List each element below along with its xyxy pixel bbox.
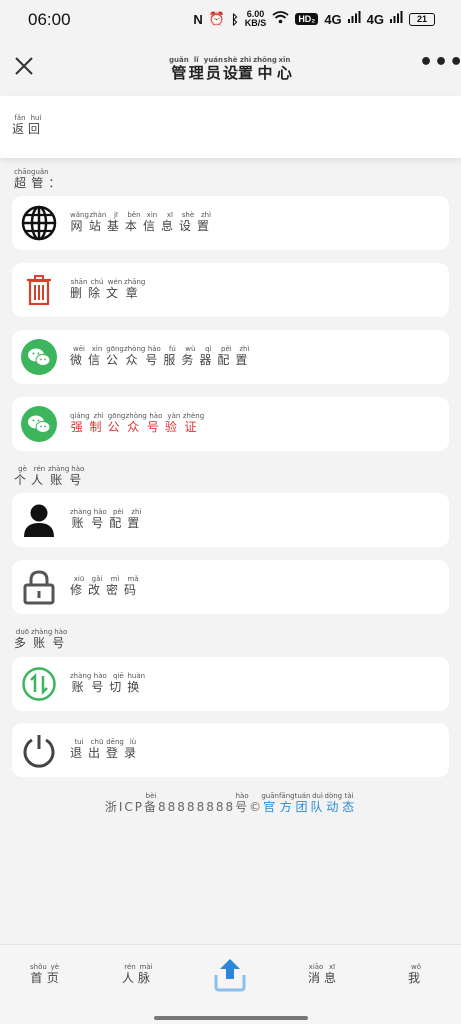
menu-item-label: 退tuì出chū登dēng录lù xyxy=(70,738,143,760)
menu-item-account-config[interactable]: 账zhàng号hào配pèi置zhì xyxy=(12,493,449,547)
menu-item-switch-account[interactable]: 账zhàng号hào切qiē换huàn xyxy=(12,657,449,711)
tab-home[interactable]: 首shǒu页yè xyxy=(30,963,63,986)
menu-item-label: 账zhàng号hào切qiē换huàn xyxy=(70,672,146,694)
menu-item-site-settings[interactable]: 网wǎng站zhàn基jī本běn信xìn息xī设shè置zhì xyxy=(12,196,449,250)
signal-bars-icon xyxy=(347,10,361,28)
battery-icon: 21 xyxy=(409,12,435,26)
network-speed-unit: KB/S xyxy=(244,18,267,28)
menu-item-force-wechat-verify[interactable]: 强qiáng制zhì公gōng众zhòng号hào验yàn证zhèng xyxy=(12,397,449,451)
share-button[interactable] xyxy=(211,955,249,993)
icp-text: 浙ICP备bèi88888888号hào© xyxy=(104,792,264,814)
home-indicator xyxy=(154,1016,308,1020)
power-icon xyxy=(21,732,57,768)
menu-item-logout[interactable]: 退tuì出chū登dēng录lù xyxy=(12,723,449,777)
nfc-icon: N xyxy=(193,11,203,27)
share-icon xyxy=(214,959,246,992)
hd-badge: HD₂ xyxy=(295,13,319,25)
wechat-icon xyxy=(21,339,57,375)
status-icons: N ⏰ ᛒ 6.00 KB/S HD₂ 4G 4G 21 xyxy=(193,10,435,28)
status-bar: 06:00 N ⏰ ᛒ 6.00 KB/S HD₂ 4G 4G 21 xyxy=(0,0,461,42)
wechat-icon xyxy=(21,406,57,442)
menu-item-label: 网wǎng站zhàn基jī本běn信xìn息xī设shè置zhì xyxy=(70,211,215,233)
more-button[interactable]: ••• xyxy=(419,52,461,78)
menu-item-delete-article[interactable]: 删shān除chú文wén章zhāng xyxy=(12,263,449,317)
tab-contacts[interactable]: 人rén脉mài xyxy=(122,963,154,986)
bluetooth-icon: ᛒ xyxy=(230,11,239,27)
nav-bar: 管guǎn理lǐ员yuán设shè置zhì中zhōng心xīn ••• xyxy=(0,42,461,96)
menu-item-change-password[interactable]: 修xiū改gǎi密mì码mǎ xyxy=(12,560,449,614)
signal-1-label: 4G xyxy=(324,11,342,27)
user-icon xyxy=(21,502,57,538)
trash-icon xyxy=(21,272,57,308)
footer-icp: 浙ICP备bèi88888888号hào©官guān方fāng团tuán队duì… xyxy=(0,792,461,815)
menu-item-label: 修xiū改gǎi密mì码mǎ xyxy=(70,575,143,597)
wifi-icon xyxy=(272,11,289,27)
switch-icon xyxy=(21,666,57,702)
tab-me[interactable]: 我wǒ xyxy=(408,963,424,986)
section-label-super-admin: 超chāo管guǎn： xyxy=(14,168,66,190)
globe-icon xyxy=(21,205,57,241)
tab-bar: 首shǒu页yè 人rén脉mài 消xiāo息xī 我wǒ xyxy=(0,944,461,1024)
signal-2-label: 4G xyxy=(366,11,384,27)
section-label-multi-account: 多duō账zhàng号hào xyxy=(14,628,70,650)
team-news-link[interactable]: 官guān方fāng团tuán队duì动dòng态tài xyxy=(261,792,356,814)
lock-icon xyxy=(21,569,57,605)
menu-item-label: 账zhàng号hào配pèi置zhì xyxy=(70,508,146,530)
page-title: 管guǎn理lǐ员yuán设shè置zhì中zhōng心xīn xyxy=(169,56,292,82)
back-link[interactable]: 返fǎn回huí xyxy=(12,114,44,137)
menu-item-label: 微wēi信xìn公gōng众zhòng号hào服fú务wù器qì配pèi置zhì xyxy=(70,345,254,367)
section-label-personal-account: 个gè人rén账zhàng号hào xyxy=(14,465,87,487)
status-time: 06:00 xyxy=(28,10,71,29)
menu-item-wechat-server-config[interactable]: 微wēi信xìn公gōng众zhòng号hào服fú务wù器qì配pèi置zhì xyxy=(12,330,449,384)
network-speed: 6.00 KB/S xyxy=(245,10,267,28)
signal-bars-icon xyxy=(390,10,403,28)
menu-item-label: 强qiáng制zhì公gōng众zhòng号hào验yàn证zhèng xyxy=(70,412,205,434)
back-panel: 返fǎn回huí xyxy=(0,96,461,158)
tab-messages[interactable]: 消xiāo息xī xyxy=(308,963,340,986)
alarm-icon: ⏰ xyxy=(208,11,225,26)
menu-item-label: 删shān除chú文wén章zhāng xyxy=(70,278,146,300)
